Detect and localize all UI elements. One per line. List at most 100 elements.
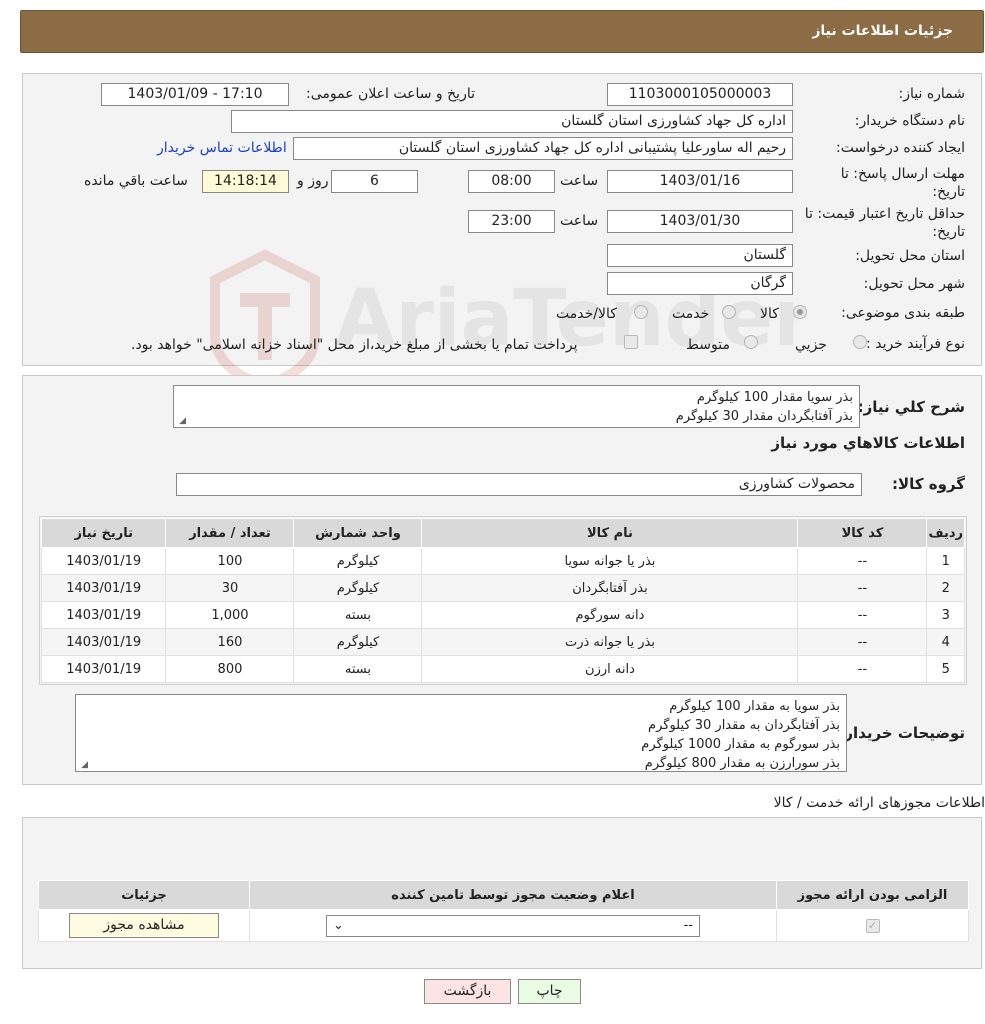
goods-table-wrap: رديف کد کالا نام کالا واحد شمارش تعداد /… — [39, 516, 967, 685]
buyer-notes-line: بذر سورارزن به مقدار 800 کیلوگرم — [644, 756, 840, 771]
cell-code: -- — [797, 655, 928, 683]
cell-code: -- — [797, 601, 928, 629]
deadline-time-field: 08:00 — [468, 170, 555, 193]
announce-label: تاریخ و ساعت اعلان عمومی: — [306, 86, 475, 102]
description-line: بذر سویا مقدار 100 کیلوگرم — [696, 390, 853, 405]
table-row: ✓ -- ⌄ مشاهده مجوز — [38, 909, 969, 942]
cell-unit: بسته — [293, 655, 423, 683]
buyer-notes-label: توضیحات خریدار: — [838, 724, 965, 742]
deadline-date-field: 1403/01/16 — [607, 170, 793, 193]
category-radio-service[interactable] — [722, 305, 736, 319]
col-code: کد کالا — [797, 518, 928, 548]
remaining-time-field: 14:18:14 — [202, 170, 289, 193]
col-permit-status: اعلام وضعیت مجوز توسط تامین کننده — [249, 880, 777, 910]
buyer-notes-line: بذر آفتابگردان به مقدار 30 کیلوگرم — [648, 718, 840, 733]
description-textarea[interactable]: بذر سویا مقدار 100 کیلوگرم بذر آفتابگردا… — [173, 385, 860, 428]
col-permit-details: جزئیات — [38, 880, 250, 910]
buyer-contact-link[interactable]: اطلاعات تماس خریدار — [157, 140, 287, 156]
cell-qty: 100 — [165, 547, 295, 575]
cell-date: 1403/01/19 — [40, 547, 167, 575]
chevron-down-icon: ⌄ — [333, 917, 344, 933]
need-number-label: شماره نیاز: — [898, 86, 966, 102]
permit-status-select[interactable]: -- ⌄ — [326, 914, 700, 937]
cell-row: 3 — [926, 601, 965, 629]
process-radio-medium[interactable] — [744, 335, 758, 349]
city-label: شهر محل تحویل: — [863, 276, 965, 292]
cell-permit-details: مشاهده مجوز — [38, 909, 250, 942]
category-option-goods-service: کالا/خدمت — [556, 306, 617, 322]
page-header: جزئیات اطلاعات نیاز — [20, 10, 984, 53]
cell-code: -- — [797, 628, 928, 656]
table-row: 1 -- بذر یا جوانه سویا کیلوگرم 100 1403/… — [40, 547, 965, 575]
buyer-notes-textarea[interactable]: بذر سویا به مقدار 100 کیلوگرم بذر آفتابگ… — [75, 694, 847, 772]
page-title: جزئیات اطلاعات نیاز — [812, 23, 953, 39]
description-label: شرح کلي نياز: — [857, 398, 965, 416]
deadline-time-label: ساعت — [560, 173, 599, 189]
cell-unit: کیلوگرم — [293, 547, 423, 575]
buyer-notes-line: بذر سورگوم به مقدار 1000 کیلوگرم — [641, 737, 840, 752]
requester-field: رحیم اله ساورعلیا پشتیبانی اداره کل جهاد… — [293, 137, 793, 160]
announce-field: 1403/01/09 - 17:10 — [101, 83, 289, 106]
col-qty: تعداد / مقدار — [165, 518, 295, 548]
cell-date: 1403/01/19 — [40, 574, 167, 602]
treasury-note: پرداخت تمام یا بخشی از مبلغ خرید،از محل … — [131, 337, 578, 353]
requester-label: ایجاد کننده درخواست: — [836, 140, 965, 156]
table-row: 3 -- دانه سورگوم بسته 1,000 1403/01/19 — [40, 601, 965, 629]
goods-group-field: محصولات کشاورزی — [176, 473, 862, 496]
buyer-org-field: اداره کل جهاد کشاورزی استان گلستان — [231, 110, 793, 133]
goods-group-label: گروه کالا: — [892, 475, 965, 493]
province-field: گلستان — [607, 244, 793, 267]
validity-date-field: 1403/01/30 — [607, 210, 793, 233]
cell-permit-status: -- ⌄ — [249, 909, 777, 942]
process-option-minor: جزیي — [795, 337, 827, 353]
cell-date: 1403/01/19 — [40, 655, 167, 683]
permits-table-header: الزامی بودن ارائه مجوز اعلام وضعیت مجوز … — [38, 880, 969, 910]
col-date: تاريخ نياز — [40, 518, 167, 548]
city-field: گرگان — [607, 272, 793, 295]
validity-label-line2: تاریخ: — [932, 224, 965, 240]
cell-unit: بسته — [293, 601, 423, 629]
deadline-label-line1: مهلت ارسال پاسخ: تا — [840, 166, 965, 182]
cell-row: 4 — [926, 628, 965, 656]
col-unit: واحد شمارش — [293, 518, 423, 548]
col-row: رديف — [926, 518, 965, 548]
permit-required-checkbox: ✓ — [865, 918, 880, 933]
treasury-checkbox[interactable] — [624, 335, 638, 349]
cell-row: 2 — [926, 574, 965, 602]
permits-table: الزامی بودن ارائه مجوز اعلام وضعیت مجوز … — [38, 880, 969, 942]
back-button[interactable]: بازگشت — [424, 979, 511, 1004]
cell-date: 1403/01/19 — [40, 601, 167, 629]
validity-time-field: 23:00 — [468, 210, 555, 233]
cell-qty: 800 — [165, 655, 295, 683]
category-option-service: خدمت — [672, 306, 710, 322]
print-button[interactable]: چاپ — [518, 979, 581, 1004]
cell-qty: 160 — [165, 628, 295, 656]
need-number-field: 1103000105000003 — [607, 83, 793, 106]
cell-permit-required: ✓ — [776, 909, 969, 942]
cell-name: دانه ارزن — [421, 655, 799, 683]
cell-row: 1 — [926, 547, 965, 575]
view-permit-button[interactable]: مشاهده مجوز — [69, 913, 219, 938]
goods-section-title: اطلاعات کالاهاي مورد نياز — [771, 434, 965, 452]
cell-unit: کیلوگرم — [293, 628, 423, 656]
permits-section-title: اطلاعات مجوزهای ارائه خدمت / کالا — [773, 795, 985, 811]
table-row: 5 -- دانه ارزن بسته 800 1403/01/19 — [40, 655, 965, 683]
description-line: بذر آفتابگردان مقدار 30 کیلوگرم — [675, 409, 853, 424]
cell-qty: 30 — [165, 574, 295, 602]
goods-table-header: رديف کد کالا نام کالا واحد شمارش تعداد /… — [40, 518, 965, 548]
process-radio-minor[interactable] — [853, 335, 867, 349]
remaining-label: ساعت باقي مانده — [84, 173, 188, 189]
category-radio-goods[interactable] — [793, 305, 807, 319]
category-label: طبقه بندی موضوعی: — [841, 305, 965, 321]
category-option-goods: کالا — [760, 306, 779, 322]
resize-grip-icon[interactable]: ◢ — [78, 760, 88, 770]
cell-code: -- — [797, 547, 928, 575]
process-label: نوع فرآیند خرید : — [866, 336, 965, 352]
process-option-medium: متوسط — [686, 337, 730, 353]
permits-table-wrap: الزامی بودن ارائه مجوز اعلام وضعیت مجوز … — [38, 880, 969, 942]
resize-grip-icon[interactable]: ◢ — [176, 416, 186, 426]
cell-date: 1403/01/19 — [40, 628, 167, 656]
category-radio-goods-service[interactable] — [634, 305, 648, 319]
permit-status-value: -- — [683, 917, 693, 933]
cell-row: 5 — [926, 655, 965, 683]
